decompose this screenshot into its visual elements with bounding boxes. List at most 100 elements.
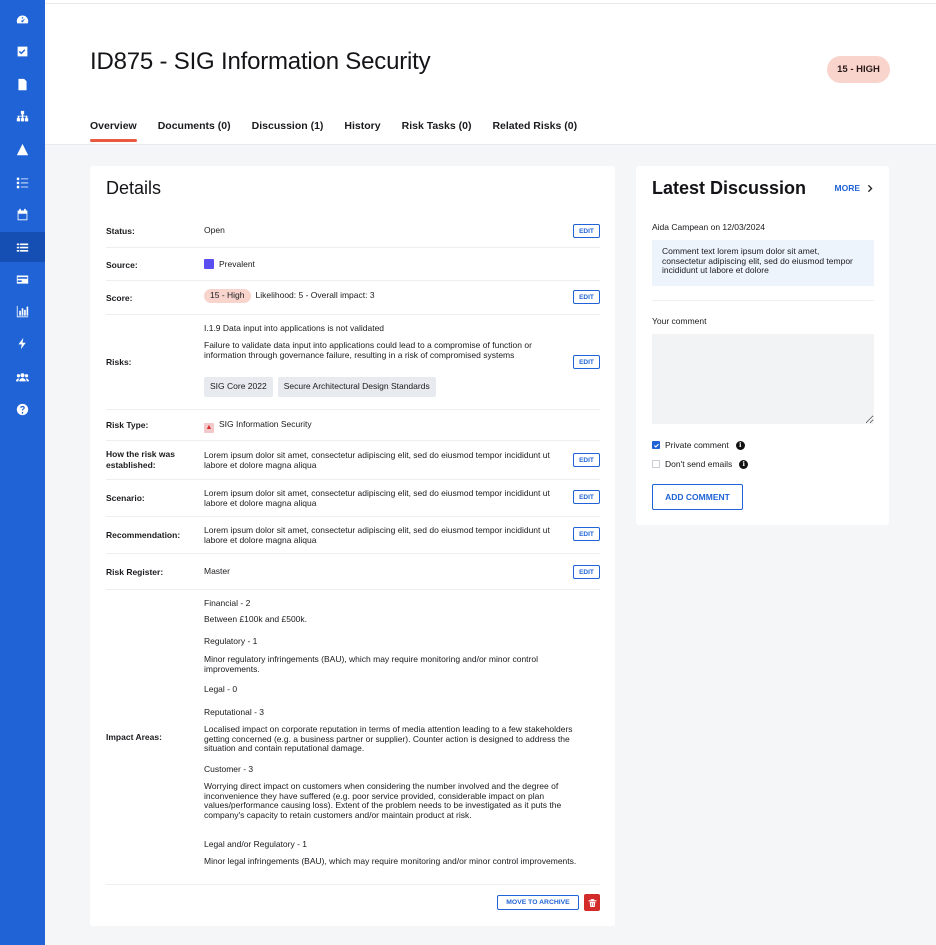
move-to-archive-button[interactable]: MOVE TO ARCHIVE	[497, 895, 579, 910]
source-color-icon	[204, 259, 214, 269]
impact-regulatory-text: Minor regulatory infringements (BAU), wh…	[204, 654, 538, 674]
impact-areas-label: Impact Areas:	[106, 732, 162, 742]
recommendation-value: Lorem ipsum dolor sit amet, consectetur …	[204, 525, 550, 545]
help-icon[interactable]	[14, 401, 31, 418]
impact-regulatory-heading: Regulatory - 1	[204, 636, 258, 646]
dont-send-emails-option: Don't send emails i	[652, 459, 749, 469]
scenario-label: Scenario:	[106, 493, 145, 503]
edit-score-button[interactable]: EDIT	[573, 290, 600, 304]
latest-discussion-card: Latest Discussion MORE Aida Campean on 1…	[636, 166, 889, 525]
tab-discussion[interactable]: Discussion (1)	[252, 120, 324, 142]
source-label: Source:	[106, 260, 138, 270]
tasks-check-icon[interactable]	[14, 43, 31, 60]
comment-author: Aida Campean on 12/03/2024	[652, 222, 765, 232]
lightning-icon[interactable]	[14, 335, 31, 352]
edit-status-button[interactable]: EDIT	[573, 224, 600, 238]
edit-risks-button[interactable]: EDIT	[573, 355, 600, 369]
tab-risk-tasks[interactable]: Risk Tasks (0)	[402, 120, 472, 142]
score-label: Score:	[106, 293, 133, 303]
risk-type-row: Risk Type: ▲ SIG Information Security	[106, 410, 600, 441]
comment-textarea[interactable]	[652, 334, 874, 424]
tab-overview[interactable]: Overview	[90, 120, 137, 142]
risks-row: Risks: I.1.9 Data input into application…	[106, 315, 600, 410]
source-text: Prevalent	[219, 259, 255, 269]
edit-risk-register-button[interactable]: EDIT	[573, 565, 600, 579]
impact-legal-regulatory-heading: Legal and/or Regulatory - 1	[204, 839, 308, 849]
tab-documents[interactable]: Documents (0)	[158, 120, 231, 142]
info-icon[interactable]: i	[739, 459, 749, 469]
risk-tag: Secure Architectural Design Standards	[277, 377, 436, 397]
established-value: Lorem ipsum dolor sit amet, consectetur …	[204, 450, 550, 470]
score-pill: 15 - High	[204, 289, 251, 303]
risk-type-label: Risk Type:	[106, 420, 149, 430]
risk-register-label: Risk Register:	[106, 567, 164, 577]
edit-recommendation-button[interactable]: EDIT	[573, 527, 600, 541]
risks-tags: SIG Core 2022 Secure Architectural Design…	[204, 377, 564, 397]
risk-type-warning-icon: ▲	[204, 423, 214, 433]
tab-history[interactable]: History	[344, 120, 380, 142]
scenario-value: Lorem ipsum dolor sit amet, consectetur …	[204, 488, 550, 508]
score-value: 15 - High Likelihood: 5 - Overall impact:…	[204, 289, 564, 303]
tab-bar: Overview Documents (0) Discussion (1) Hi…	[90, 120, 577, 142]
risks-code: I.1.9 Data input into applications is no…	[204, 323, 385, 333]
add-comment-button[interactable]: ADD COMMENT	[652, 484, 743, 510]
impact-reputational-heading: Reputational - 3	[204, 707, 265, 717]
org-chart-icon[interactable]	[14, 108, 31, 125]
details-title: Details	[106, 178, 162, 198]
score-text: Likelihood: 5 - Overall impact: 3	[255, 290, 375, 300]
private-comment-label: Private comment	[665, 440, 729, 450]
recommendation-row: Recommendation: Lorem ipsum dolor sit am…	[106, 517, 600, 554]
dashboard-icon[interactable]	[14, 11, 31, 28]
divider	[652, 300, 874, 301]
risks-label: Risks:	[106, 357, 132, 367]
sidebar	[0, 0, 45, 945]
your-comment-label: Your comment	[652, 316, 707, 326]
risk-tag: SIG Core 2022	[204, 377, 273, 397]
recommendation-label: Recommendation:	[106, 530, 181, 540]
source-value: Prevalent	[204, 259, 564, 270]
impact-legal-regulatory-text: Minor legal infringements (BAU), which m…	[204, 856, 577, 866]
status-label: Status:	[106, 226, 135, 236]
latest-comment: Comment text lorem ipsum dolor sit amet,…	[652, 240, 874, 286]
edit-established-button[interactable]: EDIT	[573, 453, 600, 467]
tab-related-risks[interactable]: Related Risks (0)	[492, 120, 577, 142]
more-label: MORE	[834, 183, 861, 193]
impact-areas-row: Impact Areas: Financial - 2 Between £100…	[106, 590, 600, 885]
dont-send-emails-label: Don't send emails	[665, 459, 733, 469]
private-comment-checkbox[interactable]	[652, 441, 660, 449]
discussion-title: Latest Discussion	[652, 178, 807, 198]
impact-customer-heading: Customer - 3	[204, 764, 254, 774]
page-header: ID875 - SIG Information Security 15 - HI…	[45, 4, 936, 145]
impact-customer-text: Worrying direct impact on customers when…	[204, 781, 562, 820]
checklist-icon[interactable]	[14, 174, 31, 191]
bar-chart-icon[interactable]	[14, 303, 31, 320]
impact-legal-heading: Legal - 0	[204, 684, 238, 694]
card-icon[interactable]	[14, 271, 31, 288]
more-link[interactable]: MORE	[835, 183, 875, 193]
info-icon[interactable]: i	[735, 440, 745, 450]
established-row: How the risk was established: Lorem ipsu…	[106, 441, 600, 480]
score-badge: 15 - HIGH	[827, 56, 890, 83]
delete-button[interactable]	[584, 894, 600, 911]
source-row: Source: Prevalent	[106, 248, 600, 281]
list-icon[interactable]	[0, 232, 45, 262]
status-row: Status: Open EDIT	[106, 216, 600, 248]
warning-icon[interactable]	[14, 141, 31, 158]
score-row: Score: 15 - High Likelihood: 5 - Overall …	[106, 281, 600, 315]
edit-scenario-button[interactable]: EDIT	[573, 490, 600, 504]
impact-reputational-text: Localised impact on corporate reputation…	[204, 724, 573, 753]
chevron-right-icon	[867, 184, 873, 192]
trash-icon	[588, 898, 596, 907]
document-icon[interactable]	[14, 76, 31, 93]
calendar-icon[interactable]	[14, 206, 31, 223]
users-icon[interactable]	[14, 368, 31, 385]
page-title: ID875 - SIG Information Security	[90, 48, 431, 75]
scenario-row: Scenario: Lorem ipsum dolor sit amet, co…	[106, 480, 600, 517]
status-value: Open	[204, 225, 225, 235]
dont-send-emails-checkbox[interactable]	[652, 460, 660, 468]
risk-type-value: ▲ SIG Information Security	[204, 419, 564, 433]
risk-type-text: SIG Information Security	[219, 419, 312, 429]
risk-register-value: Master	[204, 566, 230, 576]
details-card: Details Status: Open EDIT Source: Preval…	[90, 166, 615, 926]
impact-financial-heading: Financial - 2	[204, 598, 251, 608]
